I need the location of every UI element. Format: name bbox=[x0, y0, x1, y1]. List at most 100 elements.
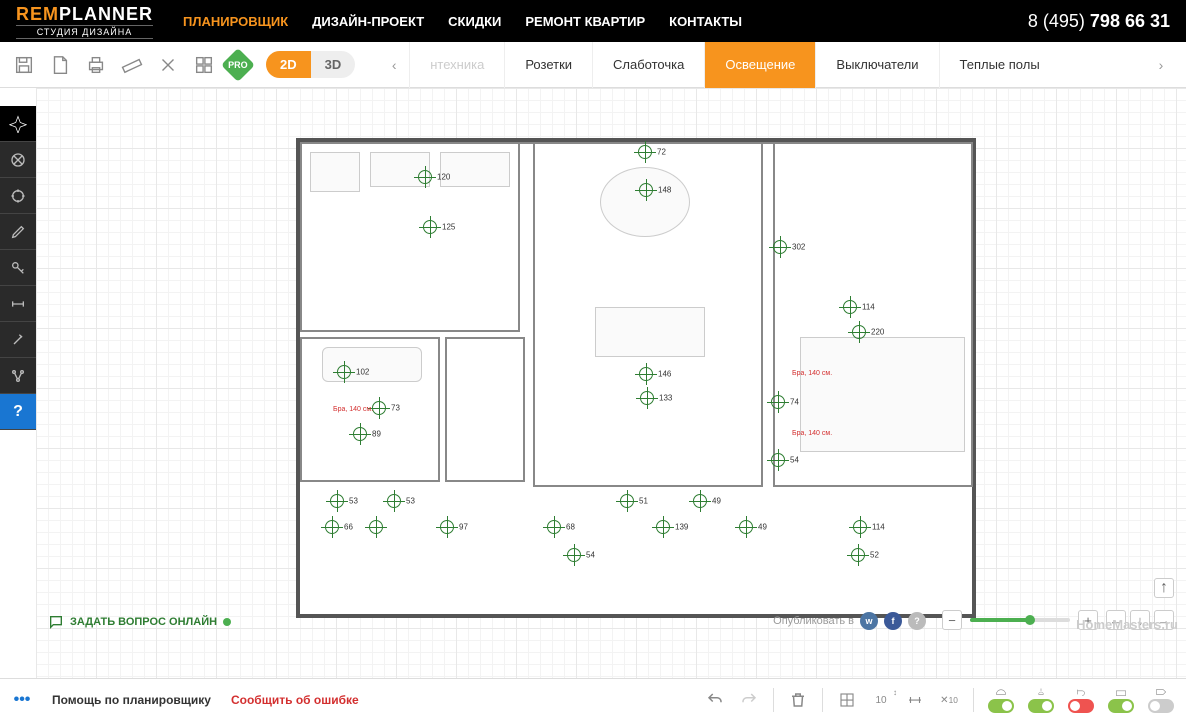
tools-icon[interactable] bbox=[154, 51, 182, 79]
tool-branch-icon[interactable] bbox=[0, 358, 36, 394]
lighting-marker[interactable] bbox=[771, 453, 785, 467]
layers-icon[interactable] bbox=[190, 51, 218, 79]
nav-design[interactable]: ДИЗАЙН-ПРОЕКТ bbox=[312, 14, 424, 29]
marker-label: 102 bbox=[356, 368, 369, 377]
zoom-out-button[interactable]: − bbox=[942, 610, 962, 630]
lighting-marker[interactable] bbox=[547, 520, 561, 534]
lighting-marker[interactable] bbox=[640, 391, 654, 405]
help-social-icon[interactable]: ? bbox=[908, 612, 926, 630]
lighting-marker[interactable] bbox=[418, 170, 432, 184]
lighting-marker[interactable] bbox=[693, 494, 707, 508]
tool-dimension-icon[interactable] bbox=[0, 286, 36, 322]
snap-grid-icon[interactable] bbox=[837, 690, 857, 710]
toggle-pendant-lights[interactable] bbox=[1028, 699, 1054, 713]
lighting-marker[interactable] bbox=[387, 494, 401, 508]
lighting-marker[interactable] bbox=[639, 367, 653, 381]
nav-contacts[interactable]: КОНТАКТЫ bbox=[669, 14, 742, 29]
lighting-marker[interactable] bbox=[567, 548, 581, 562]
pro-badge[interactable]: PRO bbox=[221, 48, 255, 82]
view-3d-button[interactable]: 3D bbox=[311, 51, 356, 78]
lighting-marker[interactable] bbox=[639, 183, 653, 197]
tab-sockets[interactable]: Розетки bbox=[504, 42, 592, 88]
lighting-marker[interactable] bbox=[852, 325, 866, 339]
marker-label: 114 bbox=[862, 303, 875, 312]
tab-lighting[interactable]: Освещение bbox=[704, 42, 815, 88]
lighting-marker[interactable] bbox=[656, 520, 670, 534]
save-icon[interactable] bbox=[10, 51, 38, 79]
lighting-marker[interactable] bbox=[739, 520, 753, 534]
online-status-dot bbox=[223, 618, 231, 626]
furniture bbox=[310, 152, 360, 192]
lighting-marker[interactable] bbox=[620, 494, 634, 508]
lighting-marker[interactable] bbox=[330, 494, 344, 508]
lighting-marker[interactable] bbox=[771, 395, 785, 409]
new-file-icon[interactable] bbox=[46, 51, 74, 79]
dimensions-icon[interactable] bbox=[905, 690, 925, 710]
lighting-marker[interactable] bbox=[353, 427, 367, 441]
lamp-wall-icon bbox=[1074, 687, 1088, 697]
floorplan[interactable]: 1251201487211422030214613374541027389535… bbox=[296, 138, 976, 618]
lighting-marker[interactable] bbox=[337, 365, 351, 379]
lighting-marker[interactable] bbox=[440, 520, 454, 534]
marker-label: 89 bbox=[372, 430, 381, 439]
ruler-icon[interactable] bbox=[118, 51, 146, 79]
undo-icon[interactable] bbox=[705, 690, 725, 710]
lighting-marker[interactable] bbox=[843, 300, 857, 314]
nav-planner[interactable]: ПЛАНИРОВЩИК bbox=[183, 14, 288, 29]
tab-warmfloors[interactable]: Теплые полы bbox=[939, 42, 1060, 88]
marker-label: 125 bbox=[442, 223, 455, 232]
nav-discounts[interactable]: СКИДКИ bbox=[448, 14, 501, 29]
ask-online-button[interactable]: ЗАДАТЬ ВОПРОС ОНЛАЙН bbox=[48, 614, 231, 630]
tabs-prev-icon[interactable]: ‹ bbox=[379, 42, 409, 88]
furniture-sofa bbox=[595, 307, 705, 357]
marker-label: 54 bbox=[790, 456, 799, 465]
tool-pencil-icon[interactable] bbox=[0, 214, 36, 250]
canvas[interactable]: 1251201487211422030214613374541027389535… bbox=[36, 88, 1186, 678]
lighting-marker[interactable] bbox=[853, 520, 867, 534]
tab-plumbing[interactable]: нтехника bbox=[409, 42, 504, 88]
vk-icon[interactable]: w bbox=[860, 612, 878, 630]
trash-icon[interactable] bbox=[788, 690, 808, 710]
marker-label: 49 bbox=[758, 523, 767, 532]
redo-icon[interactable] bbox=[739, 690, 759, 710]
phone-number[interactable]: 8 (495) 798 66 31 bbox=[1028, 11, 1170, 32]
lamp-ceiling-icon bbox=[994, 687, 1008, 697]
help-planner-link[interactable]: Помощь по планировщику bbox=[52, 693, 211, 707]
toggle-wall-lights[interactable] bbox=[1068, 699, 1094, 713]
logo[interactable]: REMPLANNER СТУДИЯ ДИЗАЙНА bbox=[16, 4, 153, 39]
main-header: REMPLANNER СТУДИЯ ДИЗАЙНА ПЛАНИРОВЩИК ДИ… bbox=[0, 0, 1186, 42]
lighting-marker[interactable] bbox=[638, 145, 652, 159]
facebook-icon[interactable]: f bbox=[884, 612, 902, 630]
menu-dots-icon[interactable]: ••• bbox=[12, 690, 32, 710]
tab-switches[interactable]: Выключатели bbox=[815, 42, 938, 88]
zoom-slider[interactable] bbox=[970, 618, 1070, 622]
lighting-marker[interactable] bbox=[325, 520, 339, 534]
publish-label: Опубликовать в bbox=[773, 615, 854, 627]
scroll-up-button[interactable]: ↑ bbox=[1154, 578, 1174, 598]
print-pdf-icon[interactable] bbox=[82, 51, 110, 79]
lighting-marker[interactable] bbox=[369, 520, 383, 534]
tool-cursor-icon[interactable] bbox=[0, 106, 36, 142]
tool-spray-icon[interactable] bbox=[0, 322, 36, 358]
angle-icon[interactable]: ✕10 bbox=[939, 690, 959, 710]
lighting-marker[interactable] bbox=[851, 548, 865, 562]
view-2d-button[interactable]: 2D bbox=[266, 51, 311, 78]
lighting-marker[interactable] bbox=[372, 401, 386, 415]
report-error-link[interactable]: Сообщить об ошибке bbox=[231, 693, 359, 707]
snap-step-icon[interactable]: 10↕ bbox=[871, 690, 891, 710]
tool-help-button[interactable]: ? bbox=[0, 394, 36, 430]
toggle-labels[interactable] bbox=[1148, 699, 1174, 713]
tool-target-icon[interactable] bbox=[0, 178, 36, 214]
marker-label: 52 bbox=[870, 551, 879, 560]
tabs-next-icon[interactable]: › bbox=[1146, 42, 1176, 88]
marker-label: 148 bbox=[658, 186, 671, 195]
toggle-furniture[interactable] bbox=[1108, 699, 1134, 713]
marker-label: 74 bbox=[790, 398, 799, 407]
lighting-marker[interactable] bbox=[423, 220, 437, 234]
tab-lowvoltage[interactable]: Слаботочка bbox=[592, 42, 704, 88]
nav-renovation[interactable]: РЕМОНТ КВАРТИР bbox=[525, 14, 645, 29]
tool-circle-icon[interactable] bbox=[0, 142, 36, 178]
lighting-marker[interactable] bbox=[773, 240, 787, 254]
tool-key-icon[interactable] bbox=[0, 250, 36, 286]
toggle-ceiling-lights[interactable] bbox=[988, 699, 1014, 713]
